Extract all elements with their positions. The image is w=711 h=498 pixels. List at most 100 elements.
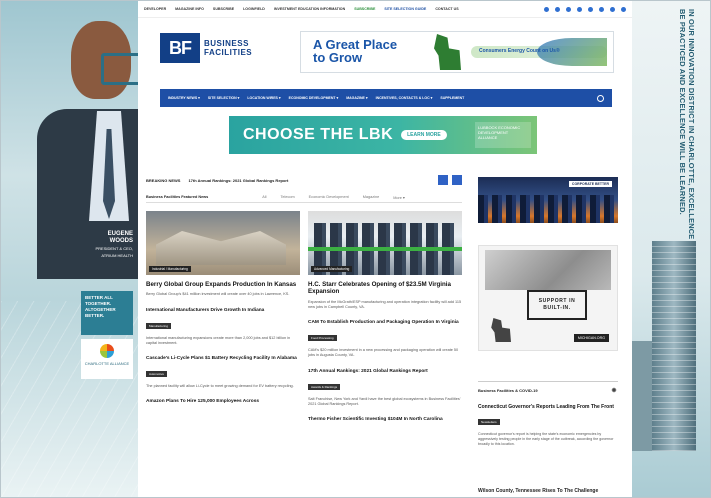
leaderboard-ad[interactable]: A Great Place to Grow Consumers Energy C… (300, 31, 614, 73)
sidebar: CORPORATE BETTER SUPPORT IN BUILT-IN. MI… (478, 177, 618, 494)
list-item-title[interactable]: CAM To Establish Production and Packagin… (308, 320, 462, 326)
nav-item-site-selection[interactable]: SITE SELECTION ▾ (208, 96, 240, 100)
list-item-title[interactable]: Cascade's Li-Cycle Plans $1 Battery Recy… (146, 356, 300, 362)
featured-title[interactable]: Berry Global Group Expands Production In… (146, 281, 300, 288)
person-name-text: EUGENE WOODS (107, 231, 133, 244)
logo-wordmark: BUSINESS FACILITIES (204, 39, 252, 57)
lbk-banner-ad[interactable]: CHOOSE THE LBK LEARN MORE LUBBOCK ECONOM… (229, 116, 537, 154)
news-column-left: Industrial / Manufacturing Berry Global … (146, 211, 300, 423)
site-logo[interactable]: BF BUSINESS FACILITIES (160, 33, 252, 63)
sidebar-ad-city[interactable]: CORPORATE BETTER (478, 177, 618, 223)
tab-economic-development[interactable]: Economic Development (309, 195, 349, 199)
list-item: CAM To Establish Production and Packagin… (308, 320, 462, 358)
covid-title-2[interactable]: Wilson County, Tennessee Rises To The Ch… (478, 488, 618, 494)
news-tabs: Business Facilities Featured News All Te… (146, 192, 462, 203)
lbk-learn-more-button[interactable]: LEARN MORE (401, 130, 447, 140)
right-skin-ad[interactable]: IN OUR INNOVATION DISTRICT IN CHARLOTTE,… (632, 1, 710, 497)
rss-icon[interactable] (588, 6, 593, 12)
email-icon[interactable] (621, 6, 626, 12)
instagram-icon[interactable] (599, 6, 604, 12)
skin-vertical-text: IN OUR INNOVATION DISTRICT IN CHARLOTTE,… (678, 9, 696, 261)
skin-cta[interactable]: BETTER ALL TOGETHER. ALTOGETHER BETTER. (81, 291, 133, 335)
left-skin-ad[interactable]: EUGENE WOODS PRESIDENT & CEO, ATRIUM HEA… (1, 1, 138, 497)
list-item: 17th Annual Rankings: 2021 Global Rankin… (308, 369, 462, 407)
ad-badge: CORPORATE BETTER (568, 181, 612, 187)
person-name: EUGENE WOODS PRESIDENT & CEO, ATRIUM HEA… (85, 231, 134, 259)
breaking-text[interactable]: 17th Annual Rankings: 2021 Global Rankin… (188, 178, 288, 183)
category-badge[interactable]: Advanced Manufacturing (311, 266, 353, 272)
main-nav: INDUSTRY NEWS ▾ SITE SELECTION ▾ LOCATIO… (160, 89, 612, 107)
sponsor-band: Consumers Energy Count on Us® (471, 38, 607, 66)
browser-frame: EUGENE WOODS PRESIDENT & CEO, ATRIUM HEA… (0, 0, 711, 498)
logo-mark: BF (160, 33, 200, 63)
tower-image (652, 241, 696, 451)
ad-headline-line-1: SUPPORT IN (538, 298, 576, 304)
topbar-link[interactable]: MAGAZINE INFO (175, 7, 204, 11)
arrow-left-icon[interactable] (438, 175, 448, 185)
news-column-right: Advanced Manufacturing H.C. Starr Celebr… (308, 211, 462, 423)
covid-tag[interactable]: Newsletters (478, 419, 500, 425)
nav-item-location-wires[interactable]: LOCATION WIRES ▾ (247, 96, 280, 100)
tab-telecom[interactable]: Telecom (281, 195, 295, 199)
list-item-title[interactable]: Amazon Plans To Hire 125,000 Employees A… (146, 399, 300, 405)
contact-link[interactable]: CONTACT US (435, 7, 458, 11)
nav-item-industry-news[interactable]: INDUSTRY NEWS ▾ (168, 96, 200, 100)
person-title: PRESIDENT & CEO, ATRIUM HEALTH (95, 246, 134, 258)
linkedin-icon[interactable] (566, 6, 571, 12)
logo-line-2: FACILITIES (204, 48, 253, 57)
topbar-link[interactable]: SUBSCRIBE (213, 7, 234, 11)
nav-item-magazine[interactable]: MAGAZINE ▾ (346, 96, 367, 100)
list-item-title[interactable]: Thermo Fisher Scientific Investing $104M… (308, 417, 462, 423)
topbar-link[interactable]: DEVELOPER (144, 7, 166, 11)
tab-more[interactable]: More ▾ (393, 195, 405, 200)
featured-excerpt: Expansion of the McGrath/ESP manufacturi… (308, 299, 462, 310)
alliance-logo-icon (100, 344, 114, 358)
tab-all[interactable]: All (262, 195, 266, 199)
nav-item-incentives[interactable]: INCENTIVES, CONTACTS & LOC ▾ (376, 96, 433, 100)
list-item-excerpt: International manufacturing expansions c… (146, 335, 291, 345)
ad-photo (485, 250, 611, 290)
ad-cta-button[interactable]: MICHIGAN.ORG (573, 334, 609, 342)
lbk-headline: CHOOSE THE LBK (243, 126, 394, 143)
tab-magazine[interactable]: Magazine (363, 195, 379, 199)
featured-title[interactable]: H.C. Starr Celebrates Opening of $23.5M … (308, 281, 462, 296)
topbar-link[interactable]: INVESTMENT EDUCATION INFORMATION (274, 7, 345, 11)
ad-headline: SUPPORT IN BUILT-IN. (527, 290, 587, 320)
list-item-title[interactable]: International Manufacturers Drive Growth… (146, 308, 300, 314)
category-badge[interactable]: Industrial / Manufacturing (149, 266, 191, 272)
alliance-logo[interactable]: CHARLOTTE ALLIANCE (81, 339, 133, 379)
breaking-label: BREAKING NEWS (146, 177, 181, 183)
highlight-frame (101, 53, 138, 85)
list-item-tag[interactable]: Manufacturing (146, 322, 172, 329)
nav-item-supplement[interactable]: SUPPLEMENT (440, 96, 464, 100)
featured-image[interactable]: Industrial / Manufacturing (146, 211, 300, 275)
arrow-right-icon[interactable] (452, 175, 462, 185)
pinterest-icon[interactable] (610, 6, 615, 12)
list-item-excerpt: The planned facility will allow Li-Cycle… (146, 384, 294, 389)
ad-headline: A Great Place to Grow (313, 38, 397, 64)
twitter-icon[interactable] (555, 6, 560, 12)
list-item-tag[interactable]: Automotive (146, 371, 168, 378)
facebook-icon[interactable] (544, 6, 549, 12)
nav-item-economic-development[interactable]: ECONOMIC DEVELOPMENT ▾ (289, 96, 339, 100)
site-content: DEVELOPER MAGAZINE INFO SUBSCRIBE LOGINF… (138, 1, 632, 497)
covid-title[interactable]: Connecticut Governor's Reports Leading F… (478, 404, 618, 410)
site-selection-link[interactable]: SITE SELECTION GUIDE (384, 7, 426, 11)
list-item-excerpt: Salt Franchise, New York and Yardi have … (308, 396, 461, 406)
ad-headline-line-2: to Grow (313, 50, 363, 65)
ribbon-shape (308, 247, 462, 251)
list-item-tag[interactable]: Awards & Rankings (308, 383, 341, 390)
sidebar-ad-built[interactable]: SUPPORT IN BUILT-IN. MICHIGAN.ORG (478, 245, 618, 351)
featured-image[interactable]: Advanced Manufacturing (308, 211, 462, 275)
social-icons (544, 6, 626, 12)
subscribe-link[interactable]: SUBSCRIBE (354, 7, 375, 11)
main-column: BREAKING NEWS 17th Annual Rankings: 2021… (146, 173, 462, 423)
list-item-title[interactable]: 17th Annual Rankings: 2021 Global Rankin… (308, 369, 462, 375)
youtube-icon[interactable] (577, 6, 582, 12)
search-icon[interactable] (597, 94, 604, 102)
news-columns: Industrial / Manufacturing Berry Global … (146, 211, 462, 423)
topbar-link[interactable]: LOGINFIELD (243, 7, 265, 11)
sponsor-name: Consumers Energy Count on Us® (479, 48, 560, 54)
building-image (632, 341, 654, 451)
list-item-tag[interactable]: Food Processing (308, 335, 337, 342)
